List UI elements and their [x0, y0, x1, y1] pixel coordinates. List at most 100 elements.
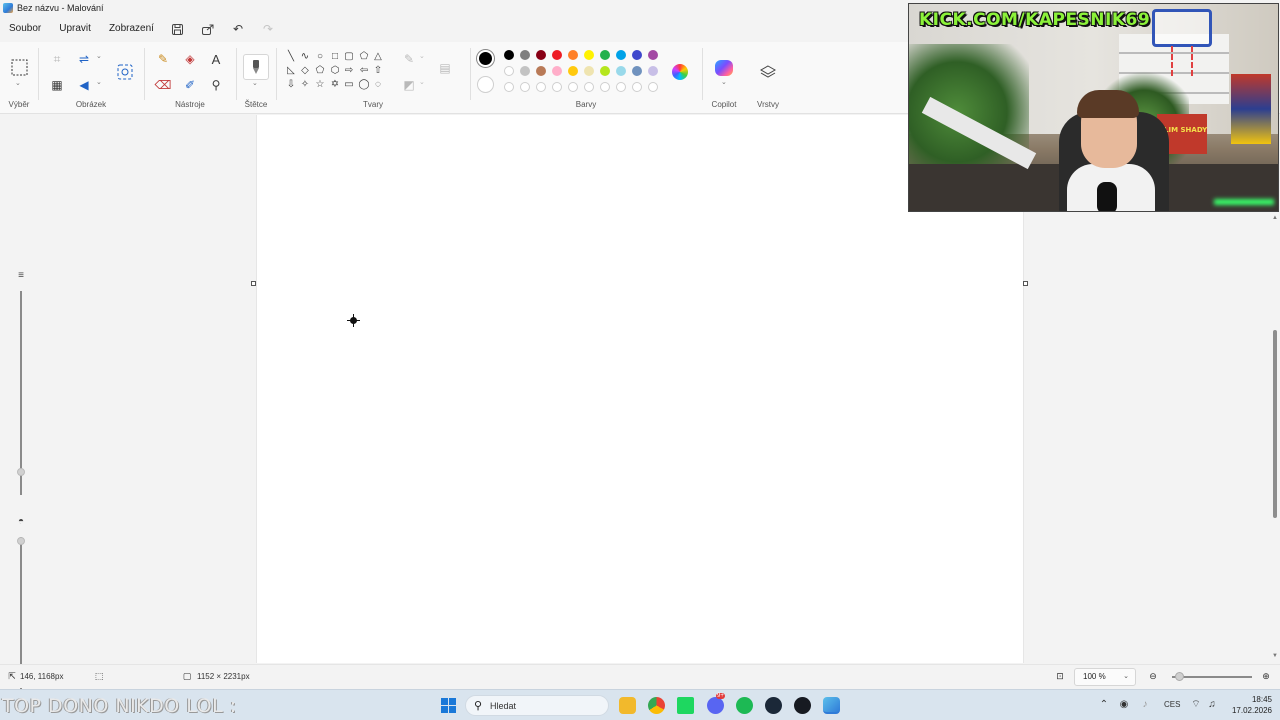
palette-color-swatch[interactable]	[616, 66, 626, 76]
custom-color-slot[interactable]	[632, 82, 642, 92]
callout-oval-shape-icon[interactable]: ◯	[358, 78, 370, 90]
rectangle-shape-icon[interactable]: □	[329, 50, 341, 62]
custom-color-slot[interactable]	[520, 82, 530, 92]
chevron-down-icon[interactable]: ⌄	[721, 78, 727, 86]
custom-color-slot[interactable]	[536, 82, 546, 92]
star5-shape-icon[interactable]: ☆	[314, 78, 326, 90]
custom-color-slot[interactable]	[616, 82, 626, 92]
magnifier-icon[interactable]: ⚲	[207, 76, 225, 94]
steam-alt-icon[interactable]	[794, 697, 811, 714]
arrow-right-shape-icon[interactable]: ⇨	[343, 64, 355, 76]
crop-icon[interactable]: ⌗	[48, 50, 66, 68]
primary-color-swatch[interactable]	[477, 50, 494, 67]
callout-rect-shape-icon[interactable]: ▭	[343, 78, 355, 90]
shape-fill-icon[interactable]: ◩	[400, 76, 418, 94]
chevron-down-icon[interactable]: ⌄	[96, 52, 102, 60]
palette-color-swatch[interactable]	[616, 50, 626, 60]
palette-color-swatch[interactable]	[648, 66, 658, 76]
pentagon-shape-icon[interactable]: ⬠	[314, 64, 326, 76]
palette-color-swatch[interactable]	[536, 66, 546, 76]
brush-icon[interactable]	[243, 54, 269, 80]
palette-color-swatch[interactable]	[520, 66, 530, 76]
custom-color-slot[interactable]	[648, 82, 658, 92]
opacity-thumb[interactable]	[17, 537, 25, 545]
callout-cloud-shape-icon[interactable]: ◌	[372, 78, 384, 90]
microphone-icon[interactable]: ♪	[1139, 698, 1151, 710]
custom-color-slot[interactable]	[552, 82, 562, 92]
fit-to-window-icon[interactable]: ⊡	[1054, 670, 1066, 682]
chevron-down-icon[interactable]: ⌄	[419, 78, 425, 86]
arrow-up-shape-icon[interactable]: ⇧	[372, 64, 384, 76]
image-creator-icon[interactable]	[112, 59, 138, 85]
palette-color-swatch[interactable]	[568, 50, 578, 60]
star6-shape-icon[interactable]: ✡	[329, 78, 341, 90]
rounded-rectangle-shape-icon[interactable]: ▢	[343, 50, 355, 62]
palette-color-swatch[interactable]	[648, 50, 658, 60]
palette-color-swatch[interactable]	[632, 66, 642, 76]
zoom-slider-track[interactable]	[1172, 676, 1252, 678]
selection-icon[interactable]	[6, 54, 32, 80]
text-tool-icon[interactable]: A	[207, 50, 225, 68]
scroll-down-icon[interactable]: ▼	[1272, 653, 1278, 659]
paint-taskbar-icon[interactable]	[823, 697, 840, 714]
wifi-icon[interactable]: ⌔	[1190, 698, 1202, 710]
chevron-down-icon[interactable]: ⌄	[252, 79, 258, 87]
file-explorer-icon[interactable]	[619, 697, 636, 714]
diamond-shape-icon[interactable]: ◇	[299, 64, 311, 76]
palette-color-swatch[interactable]	[552, 50, 562, 60]
menu-view[interactable]: Zobrazení	[100, 18, 163, 40]
menu-file[interactable]: Soubor	[0, 18, 50, 40]
zoom-in-icon[interactable]: ⊕	[1260, 670, 1272, 682]
chevron-down-icon[interactable]: ⌄	[96, 78, 102, 86]
share-icon[interactable]	[201, 22, 215, 36]
arrow-down-shape-icon[interactable]: ⇩	[285, 78, 297, 90]
copilot-icon[interactable]	[715, 60, 733, 76]
redo-icon[interactable]: ↷	[261, 22, 275, 36]
custom-color-slot[interactable]	[584, 82, 594, 92]
system-clock[interactable]: 18:45 17.02.2026	[1226, 694, 1272, 716]
palette-color-swatch[interactable]	[632, 50, 642, 60]
oval-shape-icon[interactable]: ○	[314, 50, 326, 62]
palette-color-swatch[interactable]	[600, 66, 610, 76]
undo-icon[interactable]: ↶	[231, 22, 245, 36]
hexagon-shape-icon[interactable]: ⬡	[329, 64, 341, 76]
palette-color-swatch[interactable]	[584, 66, 594, 76]
save-icon[interactable]	[171, 22, 185, 36]
vertical-scrollbar-thumb[interactable]	[1273, 330, 1277, 518]
brush-size-thumb[interactable]	[17, 468, 25, 476]
pencil-icon[interactable]: ✎	[154, 50, 172, 68]
rotate-icon[interactable]: ◀	[75, 76, 93, 94]
layers-icon[interactable]	[755, 59, 781, 85]
zoom-out-icon[interactable]: ⊖	[1147, 670, 1159, 682]
steam-icon[interactable]	[765, 697, 782, 714]
speaker-icon[interactable]: ♫	[1206, 698, 1218, 710]
tray-chevron-up-icon[interactable]: ⌃	[1098, 698, 1110, 710]
zoom-select[interactable]: 100 % ⌄	[1074, 668, 1136, 686]
palette-color-swatch[interactable]	[568, 66, 578, 76]
chrome-icon[interactable]	[648, 697, 665, 714]
chevron-down-icon[interactable]: ⌄	[15, 79, 21, 87]
scroll-up-icon[interactable]: ▲	[1272, 215, 1278, 221]
windows-start-icon[interactable]	[441, 698, 456, 713]
custom-color-slot[interactable]	[600, 82, 610, 92]
triangle-shape-icon[interactable]: △	[372, 50, 384, 62]
right-triangle-shape-icon[interactable]: ◺	[285, 64, 297, 76]
canvas-resize-handle-right[interactable]	[1023, 281, 1028, 286]
edit-colors-icon[interactable]	[672, 64, 688, 80]
curve-shape-icon[interactable]: ∿	[299, 50, 311, 62]
discord-icon[interactable]: 9+	[707, 693, 725, 714]
transparency-icon[interactable]: ▦	[48, 76, 66, 94]
taskbar-search[interactable]: ⚲ Hledat	[465, 695, 609, 716]
resize-icon[interactable]: ⇌	[75, 50, 93, 68]
network-icon[interactable]: ◉	[1118, 698, 1130, 710]
polygon-shape-icon[interactable]: ⬠	[358, 50, 370, 62]
zoom-slider-thumb[interactable]	[1175, 672, 1184, 681]
palette-color-swatch[interactable]	[504, 50, 514, 60]
palette-color-swatch[interactable]	[584, 50, 594, 60]
chevron-down-icon[interactable]: ⌄	[419, 52, 425, 60]
brush-size-track[interactable]	[20, 291, 22, 495]
menu-edit[interactable]: Upravit	[50, 18, 100, 40]
color-picker-icon[interactable]: ✐	[181, 76, 199, 94]
secondary-color-swatch[interactable]	[477, 76, 494, 93]
shape-style-icon[interactable]: ▤	[436, 59, 454, 77]
